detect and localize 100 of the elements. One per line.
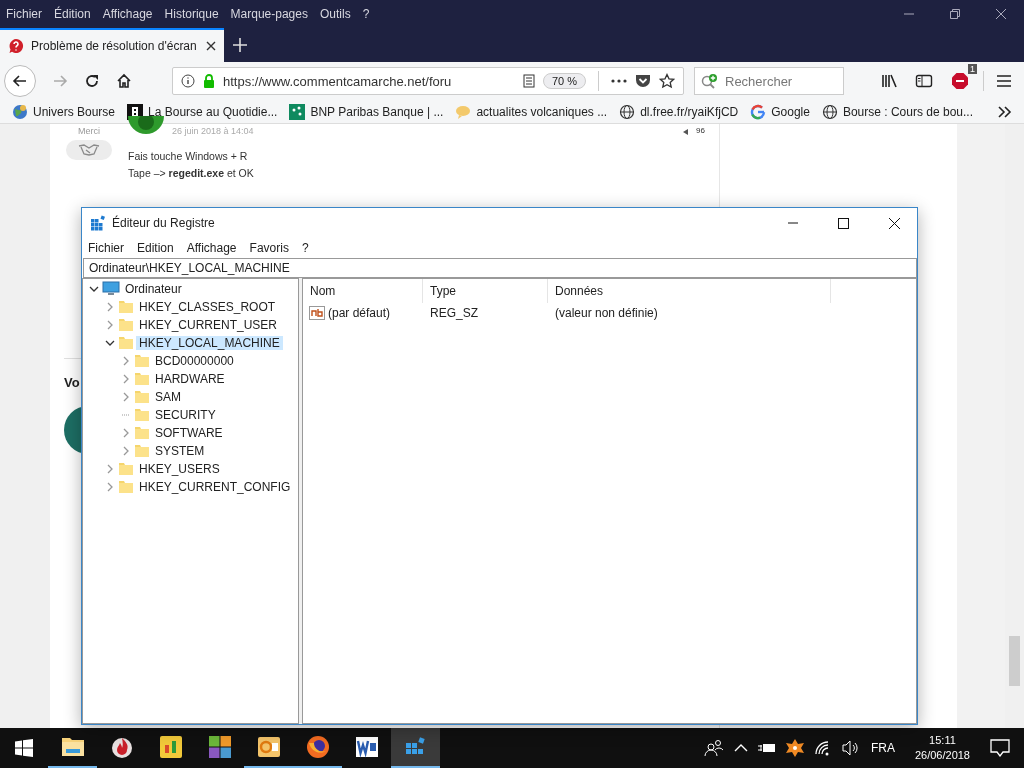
bookmark[interactable]: BNP Paribas Banque | ...: [289, 103, 444, 120]
info-icon[interactable]: [181, 74, 195, 88]
expand-icon[interactable]: [105, 302, 115, 312]
chevron-up-icon[interactable]: [733, 743, 748, 753]
column-header[interactable]: Données: [548, 279, 831, 303]
question-icon: [8, 38, 24, 54]
home-icon[interactable]: [116, 73, 132, 89]
computer-icon: [102, 281, 120, 297]
menu-item[interactable]: Historique: [164, 7, 219, 21]
folder-icon: [134, 425, 150, 441]
maximize-icon[interactable]: [838, 217, 849, 229]
tree-item[interactable]: HKEY_CLASSES_ROOT: [136, 300, 279, 314]
star-icon[interactable]: [659, 73, 675, 89]
shield-icon[interactable]: [785, 739, 804, 757]
browser-icon: [305, 735, 330, 759]
expand-icon[interactable]: [121, 428, 131, 438]
bookmark[interactable]: dl.free.fr/ryaiKfjCD: [619, 103, 739, 120]
scrollbar-thumb[interactable]: [1009, 636, 1020, 686]
table-cell-text: REG_SZ: [429, 306, 479, 320]
post-text: Fais touche Windows + R: [128, 149, 249, 164]
tree-item[interactable]: HKEY_USERS: [136, 462, 223, 476]
collapse-icon[interactable]: [89, 284, 99, 294]
tree-item[interactable]: SECURITY: [152, 408, 219, 422]
expand-icon[interactable]: [121, 392, 131, 402]
people-icon[interactable]: [703, 739, 724, 757]
menu-item[interactable]: Fichier: [6, 7, 42, 21]
document-icon: [354, 735, 379, 759]
browser-tab[interactable]: Problème de résolution d'écran: [0, 28, 224, 62]
language-indicator[interactable]: FRA: [870, 741, 895, 755]
post-text: Tape –> regedit.exe et OK: [128, 166, 255, 181]
menu-item[interactable]: Marque-pages: [230, 7, 308, 21]
tree-item[interactable]: HKEY_LOCAL_MACHINE: [136, 336, 283, 350]
tree-item[interactable]: SOFTWARE: [152, 426, 226, 440]
speech-bubble-icon: [455, 103, 472, 120]
registry-icon: [90, 215, 106, 231]
clock[interactable]: 15:11 26/06/2018: [914, 733, 970, 763]
restore-icon[interactable]: [949, 8, 961, 20]
back-button[interactable]: [4, 65, 36, 97]
tiles-icon: [207, 735, 232, 759]
close-icon[interactable]: [995, 8, 1007, 20]
earth-icon: [12, 103, 28, 120]
library-icon[interactable]: [881, 73, 899, 89]
address-bar[interactable]: https://www.commentcamarche.net/foru 70 %: [172, 67, 684, 95]
bookmark[interactable]: actualites volcaniques ...: [455, 103, 608, 120]
tree-item[interactable]: SYSTEM: [152, 444, 208, 458]
menu-icon[interactable]: [996, 74, 1012, 88]
expand-icon[interactable]: [121, 374, 131, 384]
count-badge: 1: [968, 64, 977, 74]
reader-icon[interactable]: [522, 74, 535, 88]
menu-item[interactable]: ?: [362, 7, 370, 21]
chevron-icon[interactable]: [998, 105, 1012, 118]
bookmark[interactable]: Univers Bourse: [12, 103, 116, 120]
column-header[interactable]: Type: [423, 279, 548, 303]
thanks-label: Merci: [78, 126, 100, 136]
regedit-taskbar-button[interactable]: [391, 728, 440, 768]
back-arrow-icon: [12, 73, 28, 89]
windows-icon[interactable]: [15, 739, 33, 757]
address-field[interactable]: Ordinateur\HKEY_LOCAL_MACHINE: [83, 258, 917, 278]
collapse-icon[interactable]: [105, 338, 115, 348]
search-field[interactable]: Rechercher: [694, 67, 844, 95]
menu-item[interactable]: Affichage: [186, 241, 237, 255]
search-icon: [701, 73, 719, 89]
tree-item[interactable]: SAM: [152, 390, 184, 404]
tree-item[interactable]: Ordinateur: [122, 282, 185, 296]
menu-item[interactable]: Édition: [54, 7, 91, 21]
plus-icon[interactable]: [232, 37, 248, 53]
menu-item[interactable]: Edition: [137, 241, 174, 255]
close-icon[interactable]: [889, 217, 900, 229]
thanks-button[interactable]: [66, 140, 112, 160]
reload-icon[interactable]: [84, 73, 100, 89]
menu-item[interactable]: Favoris: [249, 241, 289, 255]
menu-item[interactable]: ?: [301, 241, 309, 255]
menu-item[interactable]: Fichier: [88, 241, 124, 255]
bookmark[interactable]: Bourse : Cours de bou...: [821, 103, 973, 120]
battery-icon[interactable]: [757, 742, 776, 754]
dotted-logo-icon: [289, 103, 306, 120]
sidebar-icon[interactable]: [915, 73, 933, 89]
menu-item[interactable]: Outils: [319, 7, 351, 21]
tree-item[interactable]: HARDWARE: [152, 372, 228, 386]
bookmark[interactable]: Google: [750, 103, 810, 120]
column-header[interactable]: Nom: [303, 279, 423, 303]
pocket-icon[interactable]: [635, 74, 651, 88]
menu-item[interactable]: Affichage: [102, 7, 153, 21]
zoom-button[interactable]: 70 %: [542, 73, 586, 89]
tree-item[interactable]: BCD00000000: [152, 354, 237, 368]
more-icon[interactable]: [611, 79, 627, 83]
lock-icon: [203, 74, 215, 88]
expand-icon[interactable]: [105, 482, 115, 492]
tree-item[interactable]: HKEY_CURRENT_USER: [136, 318, 281, 332]
notification-icon[interactable]: [990, 739, 1010, 757]
close-icon[interactable]: [206, 41, 216, 51]
table-cell-text: (valeur non définie): [554, 306, 659, 320]
vote-arrow-icon[interactable]: [683, 129, 689, 135]
speaker-icon[interactable]: [841, 740, 860, 756]
tree-item[interactable]: HKEY_CURRENT_CONFIG: [136, 480, 294, 494]
stop-sign-icon[interactable]: [951, 72, 969, 90]
expand-icon[interactable]: [121, 356, 131, 366]
expand-icon[interactable]: [121, 446, 131, 456]
expand-icon[interactable]: [105, 320, 115, 330]
expand-icon[interactable]: [105, 464, 115, 474]
